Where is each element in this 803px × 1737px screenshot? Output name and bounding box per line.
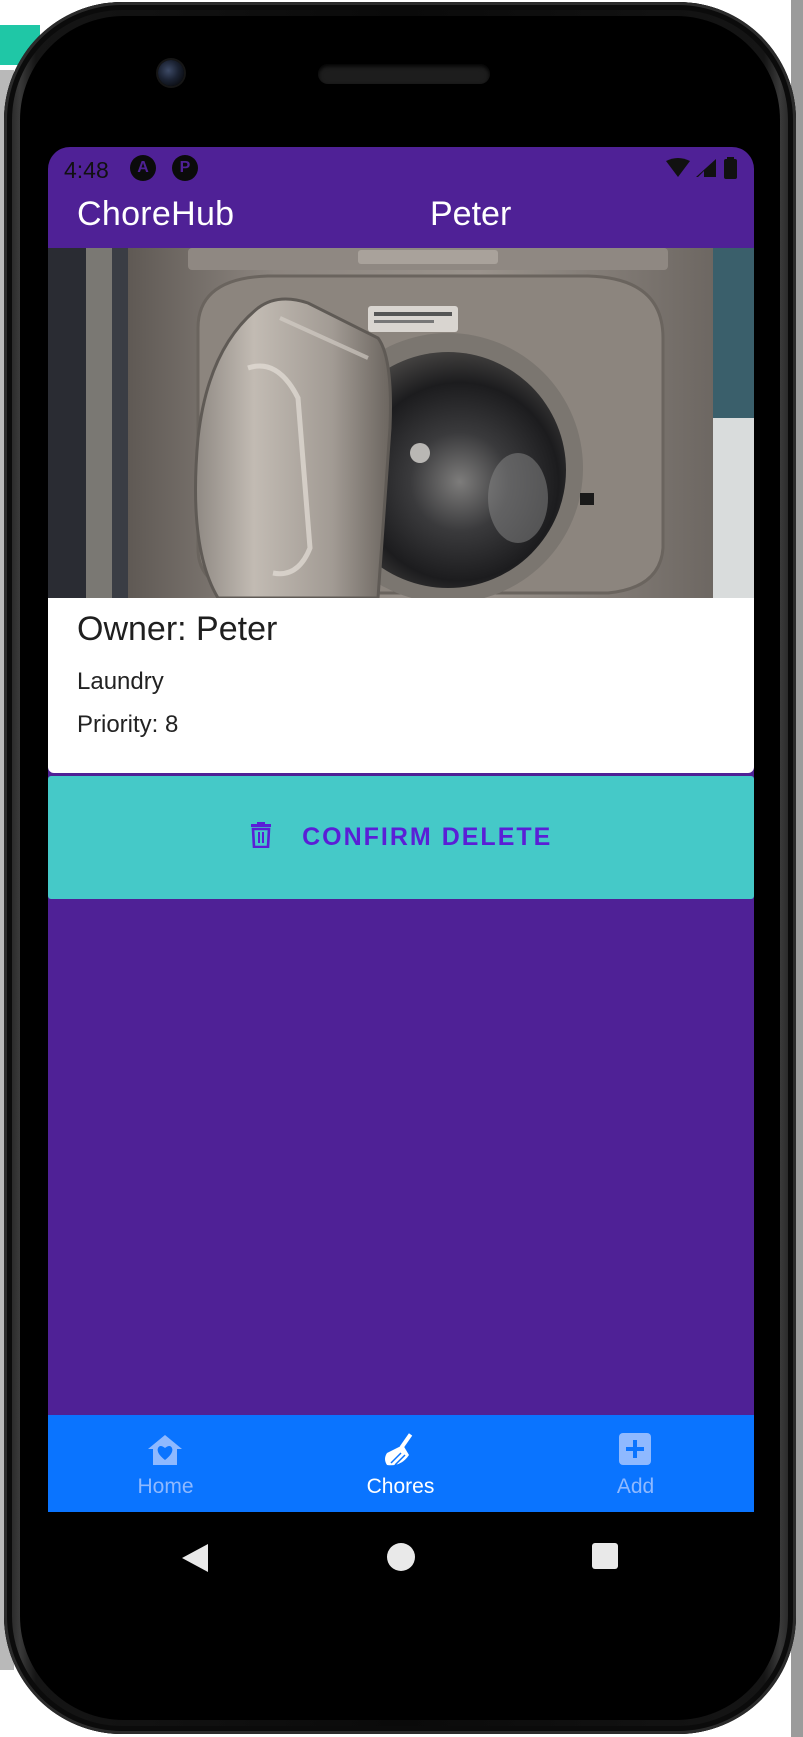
current-user-name: Peter <box>430 195 512 233</box>
app-title: ChoreHub <box>77 195 235 233</box>
nav-item-add[interactable]: Add <box>518 1415 753 1512</box>
cell-signal-icon <box>696 159 716 177</box>
chore-name: Laundry <box>77 668 164 695</box>
earpiece-speaker <box>318 64 490 84</box>
status-bar: 4:48 A P <box>48 147 754 191</box>
front-camera <box>158 60 184 86</box>
washing-machine-photo <box>48 248 754 598</box>
notification-a-icon: A <box>130 155 156 181</box>
nav-label-home: Home <box>137 1475 194 1498</box>
system-navigation-bar <box>48 1512 754 1622</box>
notification-p-icon: P <box>172 155 198 181</box>
nav-item-home[interactable]: Home <box>48 1415 283 1512</box>
confirm-delete-button[interactable]: CONFIRM DELETE <box>48 776 754 899</box>
wifi-icon <box>666 158 690 177</box>
nav-item-chores[interactable]: Chores <box>283 1415 518 1512</box>
confirm-delete-content: CONFIRM DELETE <box>48 776 754 899</box>
chore-priority: Priority: 8 <box>77 711 179 738</box>
broom-icon <box>385 1433 413 1466</box>
screenshot: 4:48 A P ChoreHub Peter Owner: Peter Lau… <box>0 0 803 1737</box>
home-heart-icon <box>148 1435 182 1465</box>
recents-icon[interactable] <box>591 1542 619 1570</box>
app-bar: ChoreHub Peter <box>48 187 754 247</box>
back-icon[interactable] <box>180 1542 210 1574</box>
bottom-navigation: Home Chores Add <box>48 1415 754 1512</box>
system-status-icons <box>664 157 744 181</box>
chore-card: Owner: Peter Laundry Priority: 8 <box>48 598 754 773</box>
nav-label-chores: Chores <box>366 1475 435 1498</box>
plus-square-icon <box>619 1433 651 1465</box>
confirm-delete-label: CONFIRM DELETE <box>302 823 553 852</box>
nav-label-add: Add <box>616 1475 655 1498</box>
app-screen: 4:48 A P ChoreHub Peter Owner: Peter Lau… <box>48 147 754 1512</box>
chore-photo <box>48 248 754 598</box>
chore-owner: Owner: Peter <box>77 610 278 648</box>
signal-battery-icons <box>666 157 737 179</box>
status-time: 4:48 <box>64 157 109 183</box>
battery-icon <box>724 159 737 179</box>
trash-icon <box>250 821 271 848</box>
home-button-icon[interactable] <box>386 1542 416 1572</box>
